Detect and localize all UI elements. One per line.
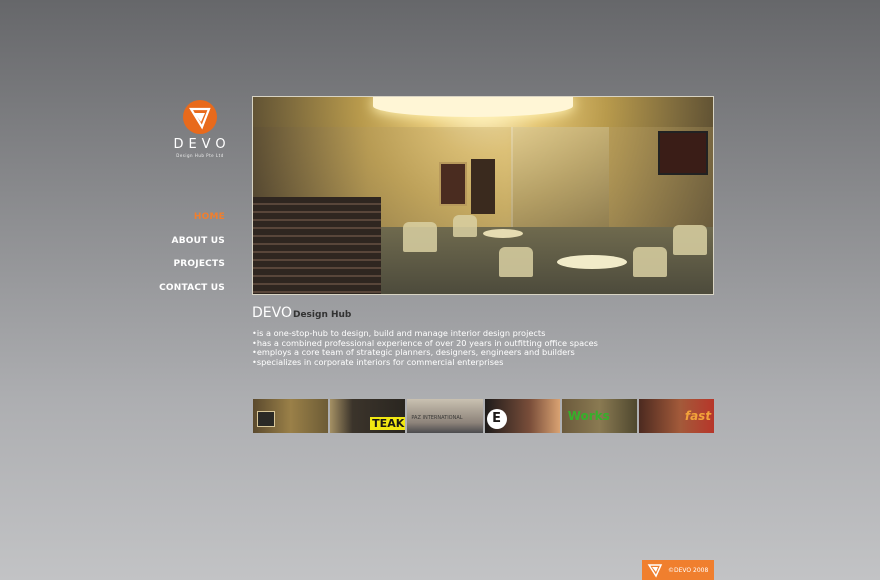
project-thumbnail[interactable]: E <box>484 399 560 433</box>
nav-about-us[interactable]: ABOUT US <box>159 232 225 256</box>
main-nav: HOME ABOUT US PROJECTS CONTACT US <box>159 208 225 302</box>
thumbnail-sign: E <box>486 409 507 429</box>
company-description-list: is a one-stop-hub to design, build and m… <box>252 328 598 368</box>
title-brand: DEVO <box>252 305 292 321</box>
company-logo[interactable]: DEVO Design Hub Pte Ltd <box>168 100 232 158</box>
thumbnail-sign: fast <box>684 409 712 423</box>
footer-copyright-badge: ©DEVO 2008 <box>642 560 714 580</box>
logo-tagline: Design Hub Pte Ltd <box>176 153 224 158</box>
thumbnail-sign: PAZ INTERNATIONAL <box>411 415 463 421</box>
devo-logo-icon <box>647 562 663 580</box>
list-item: specializes in corporate interiors for c… <box>252 357 598 368</box>
thumbnail-sign: TEAK <box>370 417 406 430</box>
project-thumbnail[interactable]: PAZ INTERNATIONAL <box>407 399 483 433</box>
devo-logo-icon <box>183 100 217 134</box>
nav-home[interactable]: HOME <box>159 208 225 232</box>
project-thumbnail[interactable]: Works <box>561 399 637 433</box>
project-thumbnail[interactable]: fast <box>638 399 715 433</box>
project-thumbnail[interactable]: TEAK <box>330 399 406 433</box>
nav-contact-us[interactable]: CONTACT US <box>159 279 225 303</box>
project-thumbnail[interactable] <box>253 399 329 433</box>
title-subtitle: Design Hub <box>292 310 352 320</box>
project-thumbnail-strip: TEAK PAZ INTERNATIONAL E Works fast <box>253 399 715 433</box>
page-title: DEVODesign Hub <box>252 305 351 321</box>
logo-name: DEVO <box>173 137 231 152</box>
thumbnail-sign: Works <box>567 409 610 423</box>
copyright-text: ©DEVO 2008 <box>668 567 709 574</box>
hero-office-photo <box>252 96 714 295</box>
nav-projects[interactable]: PROJECTS <box>159 255 225 279</box>
